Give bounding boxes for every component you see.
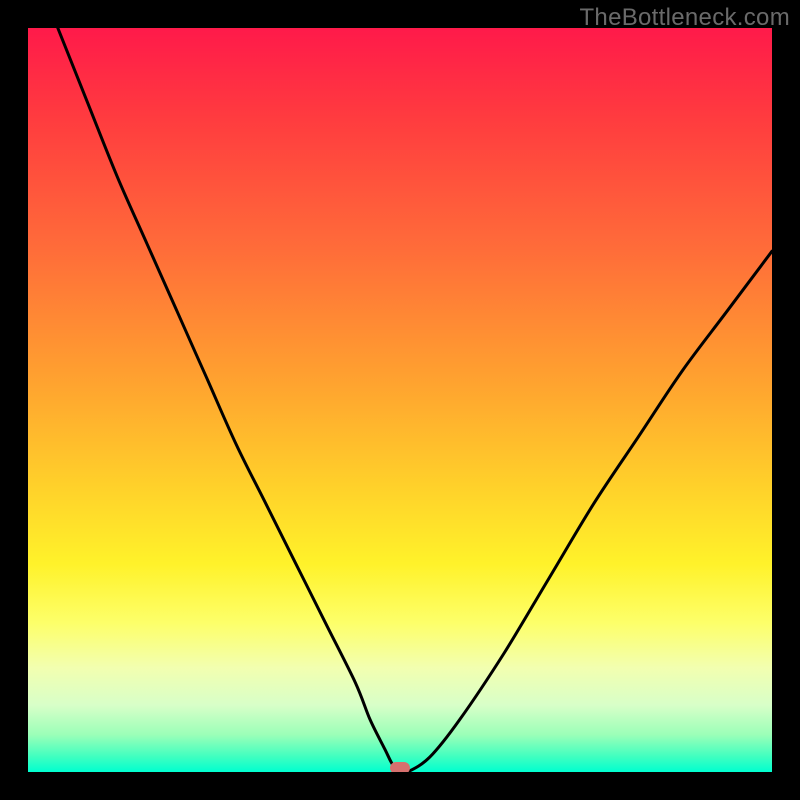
plot-area [28, 28, 772, 772]
curve-svg [28, 28, 772, 772]
bottleneck-curve-path [58, 28, 772, 772]
minimum-marker [390, 762, 410, 772]
chart-frame: TheBottleneck.com [0, 0, 800, 800]
